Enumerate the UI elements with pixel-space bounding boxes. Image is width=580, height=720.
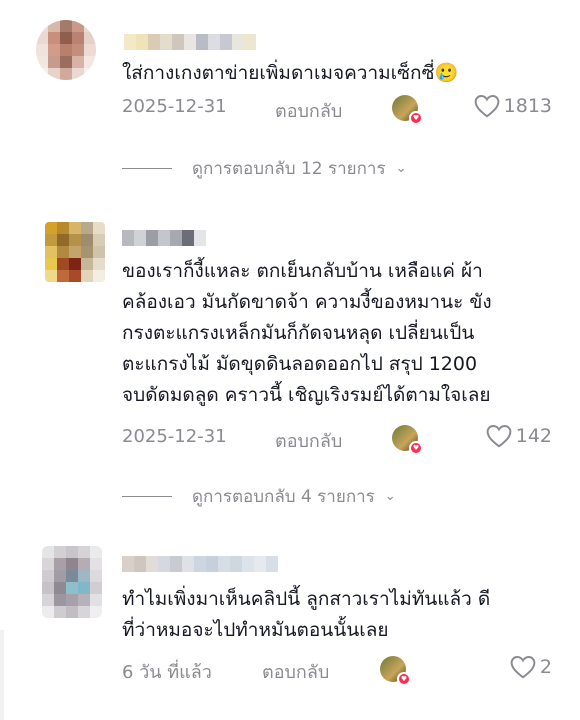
like-button[interactable]: 142 bbox=[486, 424, 552, 448]
like-count: 2 bbox=[539, 656, 552, 678]
comment-date: 2025-12-31 bbox=[122, 426, 227, 447]
heart-outline-icon bbox=[474, 95, 499, 118]
comment-text-line: คล้องเอว มันกัดขาดจ้า ความงี้ของหมานะ ขั… bbox=[122, 291, 492, 313]
heart-outline-icon bbox=[486, 425, 512, 448]
reply-button[interactable]: ตอบกลับ bbox=[275, 96, 342, 125]
creator-heart-badge-icon: ♥ bbox=[397, 672, 411, 686]
username[interactable] bbox=[122, 230, 206, 246]
avatar[interactable] bbox=[42, 546, 102, 618]
creator-liked-avatar: ♥ bbox=[392, 425, 423, 455]
username[interactable] bbox=[122, 556, 278, 572]
avatar[interactable] bbox=[36, 20, 96, 80]
chevron-down-icon: ⌄ bbox=[395, 160, 407, 176]
like-button[interactable]: 1813 bbox=[474, 94, 552, 118]
creator-liked-avatar: ♥ bbox=[392, 95, 423, 125]
comment-text: ใส่กางเกงตาข่ายเพิ่มดาเมจความเซ็กซี่🥲 bbox=[122, 62, 459, 84]
chevron-down-icon: ⌄ bbox=[384, 488, 396, 504]
view-replies-button[interactable]: ดูการตอบกลับ 4 รายการ ⌄ bbox=[122, 484, 396, 508]
view-replies-button[interactable]: ดูการตอบกลับ 12 รายการ ⌄ bbox=[122, 156, 407, 180]
creator-heart-badge-icon: ♥ bbox=[409, 441, 423, 455]
reply-button[interactable]: ตอบกลับ bbox=[262, 657, 329, 686]
reply-button[interactable]: ตอบกลับ bbox=[275, 426, 342, 455]
heart-outline-icon bbox=[510, 656, 536, 679]
creator-liked-avatar: ♥ bbox=[380, 656, 411, 686]
divider-line bbox=[122, 495, 172, 497]
avatar[interactable] bbox=[45, 222, 105, 282]
divider-line bbox=[122, 167, 172, 169]
comment-text-line: กรงตะแกรงเหล็กมันก็กัดจนหลุด เปลี่ยนเป็น bbox=[122, 322, 475, 344]
comment-meta: 6 วัน ที่แล้ว ตอบกลับ ♥ 2 bbox=[122, 653, 552, 686]
comment-text: ทำไมเพิ่งมาเห็นคลิปนี้ ลูกสาวเราไม่ทันแล… bbox=[122, 584, 562, 646]
comment-meta: 2025-12-31 ตอบกลับ ♥ 1813 bbox=[122, 92, 552, 125]
username[interactable] bbox=[124, 34, 256, 50]
like-button[interactable]: 2 bbox=[510, 655, 552, 679]
comment-text-line: จบดัดมดลูด คราวนี้ เชิญเริงรมย์ได้ตามใจเ… bbox=[122, 384, 491, 406]
view-replies-label: ดูการตอบกลับ 12 รายการ bbox=[192, 158, 386, 179]
comment-date: 2025-12-31 bbox=[122, 96, 227, 117]
comment-date: 6 วัน ที่แล้ว bbox=[122, 662, 212, 683]
creator-heart-badge-icon: ♥ bbox=[409, 111, 423, 125]
comment-text-line: ที่ว่าหมอจะไปทำหมันตอนนั้นเลย bbox=[122, 619, 389, 641]
comment-text-line: ตะแกรงไม้ มัดขุดดินลอดออกไป สรุป 1200 bbox=[122, 353, 478, 375]
comment-meta: 2025-12-31 ตอบกลับ ♥ 142 bbox=[122, 422, 552, 455]
comment-text-line: ของเราก็งี้แหละ ตกเย็นกลับบ้าน เหลือแค่ … bbox=[122, 260, 483, 282]
like-count: 1813 bbox=[503, 95, 552, 117]
left-border bbox=[0, 630, 4, 720]
like-count: 142 bbox=[515, 425, 552, 447]
comment-text-line: ทำไมเพิ่งมาเห็นคลิปนี้ ลูกสาวเราไม่ทันแล… bbox=[122, 588, 491, 610]
comment-text: ของเราก็งี้แหละ ตกเย็นกลับบ้าน เหลือแค่ … bbox=[122, 256, 562, 411]
view-replies-label: ดูการตอบกลับ 4 รายการ bbox=[192, 486, 375, 507]
